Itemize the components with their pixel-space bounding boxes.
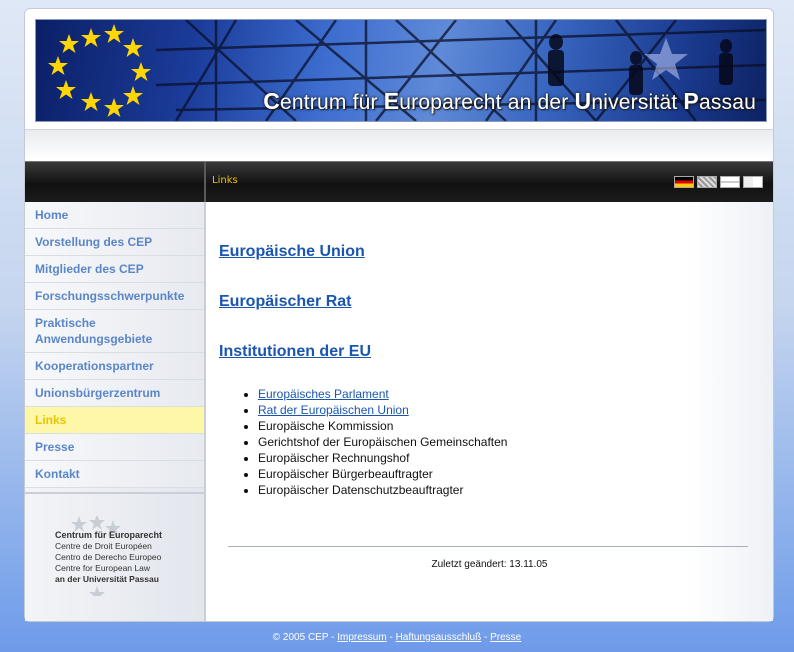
nav-item-kooperationspartner[interactable]: Kooperationspartner <box>25 353 204 380</box>
nav-item-unionsbuergerzentrum[interactable]: Unionsbürgerzentrum <box>25 380 204 407</box>
list-item: Rat der Europäischen Union <box>258 402 507 418</box>
nav-item-mitglieder[interactable]: Mitglieder des CEP <box>25 256 204 283</box>
last-changed: Zuletzt geändert: 13.11.05 <box>431 559 548 570</box>
nav-item-anwendungsgebiete[interactable]: Praktische Anwendungsgebiete <box>25 310 204 353</box>
site-title: Centrum für Europarecht an der Universit… <box>263 88 756 115</box>
footer-link-presse[interactable]: Presse <box>490 632 521 643</box>
main-content: Europäische Union Europäischer Rat Insti… <box>206 202 773 621</box>
nav-item-kontakt[interactable]: Kontakt <box>25 461 204 488</box>
uk-flag-icon[interactable] <box>697 176 717 188</box>
copyright: © 2005 CEP <box>272 632 329 643</box>
list-item: Gerichtshof der Europäischen Gemeinschaf… <box>258 434 507 450</box>
logo-line: Centre for European Law <box>55 563 150 573</box>
nav-item-links[interactable]: Links <box>25 407 204 434</box>
link-europaeischer-rat[interactable]: Europäischer Rat <box>219 293 351 311</box>
es-flag-icon[interactable] <box>743 176 763 188</box>
footer-link-haftungsausschluss[interactable]: Haftungsausschluß <box>396 632 482 643</box>
logo-line: Centro de Derecho Europeo <box>55 552 162 562</box>
title-text: assau <box>698 91 756 114</box>
footer: © 2005 CEP - Impressum - Haftungsausschl… <box>0 632 794 643</box>
fr-flag-icon[interactable] <box>720 176 740 188</box>
logo-line: Centre de Droit Européen <box>55 541 152 551</box>
list-item: Europäischer Rechnungshof <box>258 450 507 466</box>
header-banner: Centrum für Europarecht an der Universit… <box>35 19 767 122</box>
page-frame: Centrum für Europarecht an der Universit… <box>24 8 774 622</box>
title-text: niversität <box>591 91 684 114</box>
title-text: uroparecht an der <box>399 91 575 114</box>
link-europaeische-union[interactable]: Europäische Union <box>219 243 365 261</box>
institution-list: Europäisches Parlament Rat der Europäisc… <box>240 386 507 498</box>
sidebar: Home Vorstellung des CEP Mitglieder des … <box>25 202 206 621</box>
breadcrumb: Links <box>212 175 238 186</box>
footer-link-impressum[interactable]: Impressum <box>337 632 386 643</box>
logo-line: Centrum für Europarecht <box>55 530 163 540</box>
title-text: entrum für <box>280 91 384 114</box>
eu-stars-icon <box>48 24 151 117</box>
list-item: Europäische Kommission <box>258 418 507 434</box>
list-item: Europäischer Bürgerbeauftragter <box>258 466 507 482</box>
link-rat-der-eu[interactable]: Rat der Europäischen Union <box>258 403 409 417</box>
title-initial: P <box>683 88 699 114</box>
logo-text: Centrum für Europarecht Centre de Droit … <box>55 530 162 585</box>
title-initial: U <box>574 88 592 114</box>
footer-separator: - <box>386 632 396 643</box>
top-bar: Links <box>25 161 773 202</box>
link-parlament[interactable]: Europäisches Parlament <box>258 387 389 401</box>
top-bar-left <box>25 162 206 202</box>
title-initial: E <box>383 88 400 114</box>
footer-separator: - <box>481 632 491 643</box>
list-item: Europäischer Datenschutzbeauftragter <box>258 482 507 498</box>
nav-item-presse[interactable]: Presse <box>25 434 204 461</box>
divider <box>228 546 748 547</box>
cep-logo: Centrum für Europarecht Centre de Droit … <box>25 492 204 623</box>
title-initial: C <box>263 88 281 114</box>
header-spacer <box>25 129 773 160</box>
link-institutionen-der-eu[interactable]: Institutionen der EU <box>219 343 371 361</box>
nav-item-vorstellung[interactable]: Vorstellung des CEP <box>25 229 204 256</box>
nav-item-home[interactable]: Home <box>25 202 204 229</box>
logo-line: an der Universität Passau <box>55 574 159 584</box>
list-item: Europäisches Parlament <box>258 386 507 402</box>
nav-item-forschung[interactable]: Forschungsschwerpunkte <box>25 283 204 310</box>
footer-separator: - <box>328 632 338 643</box>
de-flag-icon[interactable] <box>674 176 694 188</box>
language-switcher <box>674 176 763 188</box>
